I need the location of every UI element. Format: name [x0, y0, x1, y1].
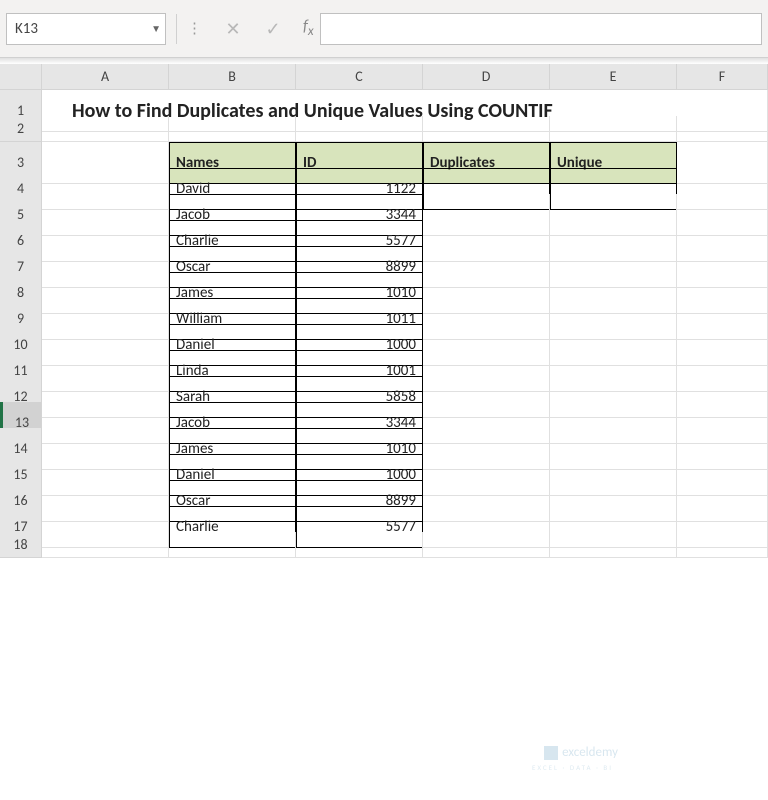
row-header[interactable]: 2 — [0, 116, 42, 142]
row-header[interactable]: 18 — [0, 532, 42, 558]
empty-cell[interactable] — [423, 532, 550, 558]
empty-cell[interactable] — [169, 116, 296, 142]
watermark-text: exceldemy — [562, 745, 618, 760]
empty-cell[interactable] — [677, 532, 768, 558]
empty-cell[interactable] — [296, 532, 423, 558]
empty-cell[interactable] — [550, 116, 677, 142]
watermark: exceldemy — [544, 745, 618, 760]
empty-cell[interactable] — [42, 116, 169, 142]
col-header[interactable]: C — [296, 64, 423, 90]
enter-button[interactable]: ✓ — [255, 13, 291, 45]
dots-icon: ⋮ — [187, 19, 203, 38]
empty-cell[interactable] — [296, 116, 423, 142]
watermark-sub: EXCEL · DATA · BI — [532, 763, 613, 772]
select-all-corner[interactable] — [0, 64, 42, 90]
cancel-button[interactable]: ✕ — [215, 13, 251, 45]
col-header[interactable]: E — [550, 64, 677, 90]
formula-bar: K13 ▼ ⋮ ✕ ✓ fx — [0, 0, 768, 58]
cube-icon — [544, 746, 558, 760]
col-header[interactable]: F — [677, 64, 768, 90]
fx-icon[interactable]: fx — [303, 17, 314, 39]
col-header[interactable]: A — [42, 64, 169, 90]
col-header[interactable]: B — [169, 64, 296, 90]
spreadsheet-grid: ABCDEF1How to Find Duplicates and Unique… — [0, 64, 768, 558]
col-header[interactable]: D — [423, 64, 550, 90]
empty-cell[interactable] — [42, 532, 169, 558]
chevron-down-icon[interactable]: ▼ — [151, 22, 161, 35]
empty-cell[interactable] — [423, 116, 550, 142]
empty-cell[interactable] — [169, 532, 296, 558]
divider — [176, 14, 177, 44]
formula-input[interactable] — [320, 13, 762, 45]
name-box[interactable]: K13 ▼ — [6, 13, 166, 45]
empty-cell[interactable] — [550, 532, 677, 558]
empty-cell[interactable] — [677, 116, 768, 142]
name-box-value: K13 — [15, 20, 38, 38]
